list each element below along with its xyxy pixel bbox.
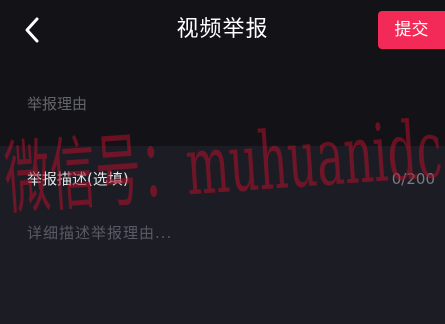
report-description-label: 举报描述(选填) xyxy=(27,170,129,188)
nav-bar: 视频举报 提交 xyxy=(0,0,445,62)
report-description-section: 举报描述(选填) 0/200 xyxy=(0,146,445,324)
report-screen: 视频举报 提交 举报理由 举报描述(选填) 0/200 微信号：muhuanid… xyxy=(0,0,445,324)
report-reason-section[interactable]: 举报理由 xyxy=(0,62,445,146)
description-input[interactable] xyxy=(27,222,427,312)
submit-button[interactable]: 提交 xyxy=(378,11,445,49)
report-reason-label: 举报理由 xyxy=(27,95,88,113)
char-count: 0/200 xyxy=(391,170,435,188)
